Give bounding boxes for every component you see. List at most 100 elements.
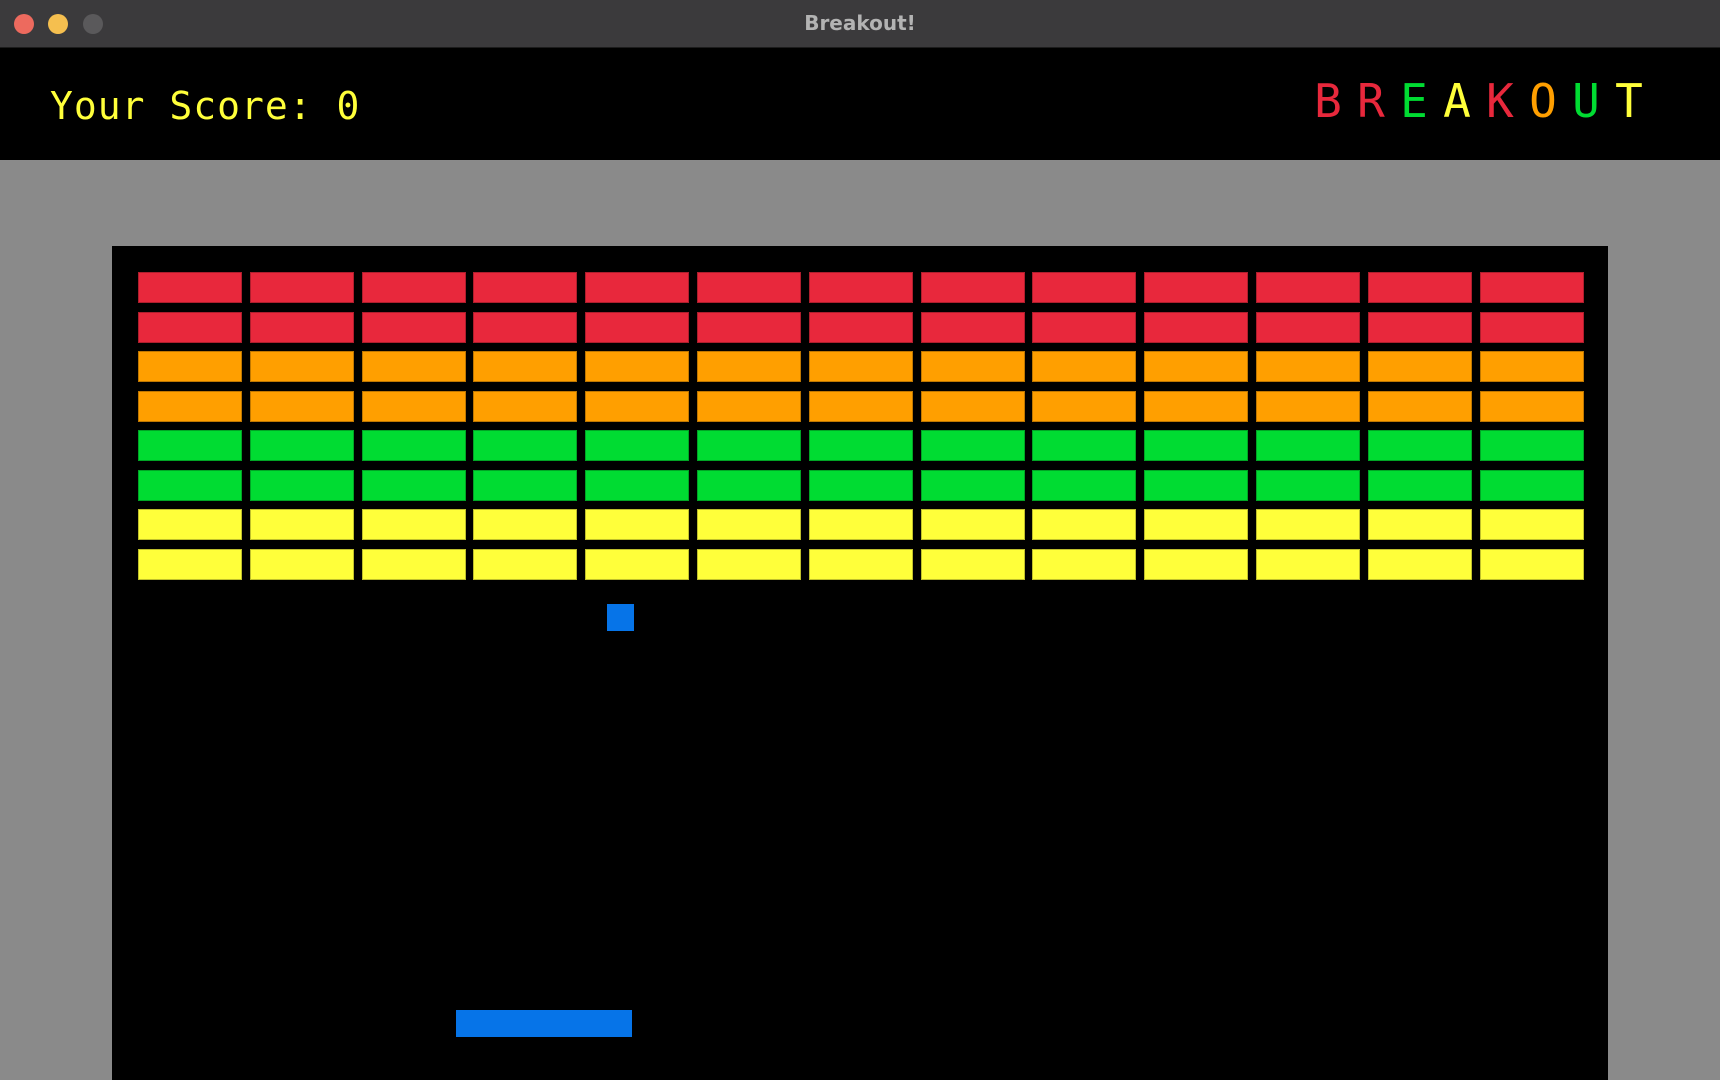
- brick: [920, 548, 1025, 580]
- brick: [697, 272, 801, 303]
- brick: [249, 469, 354, 501]
- brick: [920, 311, 1025, 343]
- brick: [697, 430, 801, 461]
- brick: [138, 509, 242, 540]
- brick: [361, 509, 466, 540]
- brick: [808, 351, 913, 382]
- title-bar: Breakout!: [0, 0, 1720, 48]
- brick: [1144, 311, 1249, 343]
- brick: [1256, 548, 1360, 580]
- brick: [361, 390, 466, 422]
- brick: [1032, 430, 1137, 461]
- brick: [1032, 272, 1137, 303]
- brick: [473, 390, 578, 422]
- brick: [1479, 430, 1584, 461]
- brick: [138, 469, 242, 501]
- brick: [1367, 509, 1472, 540]
- brick: [1256, 430, 1360, 461]
- brick: [808, 390, 913, 422]
- brick: [138, 430, 242, 461]
- brick: [585, 390, 690, 422]
- paddle[interactable]: [456, 1010, 632, 1037]
- brick: [249, 548, 354, 580]
- brick: [1367, 311, 1472, 343]
- brick: [1144, 548, 1249, 580]
- brick: [920, 469, 1025, 501]
- brick: [1144, 509, 1249, 540]
- breakout-logo: BREAKOUT: [1311, 76, 1646, 126]
- logo-letter: R: [1357, 74, 1385, 128]
- brick: [361, 311, 466, 343]
- brick: [361, 469, 466, 501]
- logo-letter: E: [1400, 74, 1428, 128]
- brick: [1479, 390, 1584, 422]
- brick: [249, 390, 354, 422]
- brick: [1144, 351, 1249, 382]
- brick: [1367, 390, 1472, 422]
- brick: [697, 548, 801, 580]
- brick: [1256, 351, 1360, 382]
- brick: [1479, 469, 1584, 501]
- brick: [361, 351, 466, 382]
- playfield[interactable]: [112, 246, 1608, 1080]
- brick: [585, 469, 690, 501]
- brick: [473, 548, 578, 580]
- brick: [1144, 469, 1249, 501]
- brick: [1144, 272, 1249, 303]
- brick: [249, 430, 354, 461]
- brick: [473, 311, 578, 343]
- brick: [361, 548, 466, 580]
- score-display: Your Score: 0: [50, 84, 361, 128]
- brick: [1479, 509, 1584, 540]
- brick: [1032, 548, 1137, 580]
- brick: [138, 311, 242, 343]
- brick: [920, 390, 1025, 422]
- brick: [1144, 430, 1249, 461]
- brick: [249, 311, 354, 343]
- brick: [920, 430, 1025, 461]
- brick: [1032, 469, 1137, 501]
- brick: [473, 351, 578, 382]
- brick: [249, 509, 354, 540]
- brick: [138, 351, 242, 382]
- brick: [361, 272, 466, 303]
- brick: [1032, 390, 1137, 422]
- brick: [1256, 509, 1360, 540]
- brick: [473, 430, 578, 461]
- brick: [249, 351, 354, 382]
- game-surround: [0, 160, 1720, 1080]
- brick: [1032, 351, 1137, 382]
- brick: [920, 272, 1025, 303]
- brick: [1479, 351, 1584, 382]
- brick: [1256, 469, 1360, 501]
- brick: [1367, 469, 1472, 501]
- brick: [585, 548, 690, 580]
- brick: [1479, 272, 1584, 303]
- brick: [473, 509, 578, 540]
- logo-letter: T: [1615, 74, 1643, 128]
- brick: [808, 509, 913, 540]
- brick: [473, 469, 578, 501]
- brick: [585, 509, 690, 540]
- brick: [808, 469, 913, 501]
- brick: [1367, 548, 1472, 580]
- logo-letter: B: [1314, 74, 1342, 128]
- logo-letter: K: [1486, 74, 1514, 128]
- game-header: Your Score: 0 BREAKOUT: [0, 48, 1720, 160]
- brick: [1256, 272, 1360, 303]
- brick: [473, 272, 578, 303]
- brick: [1367, 430, 1472, 461]
- brick: [138, 390, 242, 422]
- brick: [1479, 311, 1584, 343]
- logo-letter: U: [1572, 74, 1600, 128]
- brick: [808, 272, 913, 303]
- brick: [585, 272, 690, 303]
- brick: [585, 311, 690, 343]
- brick: [697, 509, 801, 540]
- brick: [697, 351, 801, 382]
- brick: [808, 311, 913, 343]
- logo-letter: O: [1529, 74, 1557, 128]
- brick: [1479, 548, 1584, 580]
- breakout-window: Breakout! Your Score: 0 BREAKOUT: [0, 0, 1720, 1080]
- brick: [697, 469, 801, 501]
